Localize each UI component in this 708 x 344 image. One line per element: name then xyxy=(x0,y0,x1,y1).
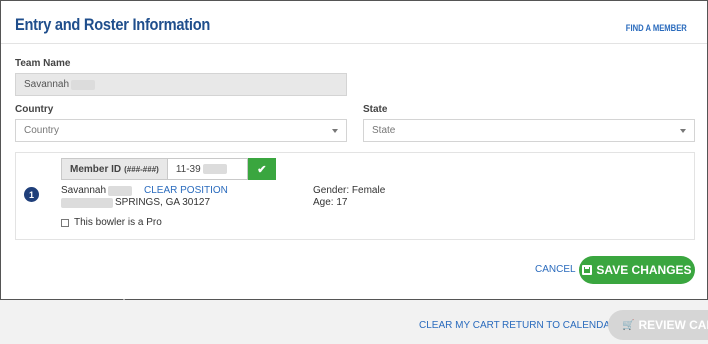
state-placeholder: State xyxy=(372,125,396,136)
roster-position-card: 1 Member ID (###-###) 11-39 ✔ Savannah C… xyxy=(15,152,695,240)
pro-bowler-checkbox[interactable] xyxy=(61,218,69,227)
member-city-state: SPRINGS, GA 30127 xyxy=(115,197,211,208)
review-cart-button[interactable]: 🛒 REVIEW CART xyxy=(608,310,708,340)
clear-cart-link[interactable]: CLEAR MY CART xyxy=(419,320,500,331)
panel-pointer xyxy=(118,294,130,300)
member-id-label-text: Member ID xyxy=(70,163,122,175)
country-placeholder: Country xyxy=(24,125,60,136)
review-cart-label: REVIEW CART xyxy=(638,318,708,332)
redacted-text xyxy=(61,197,113,208)
cancel-button[interactable]: CANCEL xyxy=(535,264,576,275)
return-to-calendar-link[interactable]: RETURN TO CALENDAR xyxy=(502,320,617,331)
redacted-text xyxy=(202,164,227,174)
page-title: Entry and Roster Information xyxy=(15,15,211,34)
member-id-value: 11-39 xyxy=(175,163,201,175)
checkmark-icon: ✔ xyxy=(257,163,267,176)
verify-member-button[interactable]: ✔ xyxy=(247,158,276,180)
state-label: State xyxy=(363,104,388,115)
chevron-down-icon xyxy=(680,129,686,133)
clear-position-link[interactable]: CLEAR POSITION xyxy=(144,185,228,196)
entry-roster-panel: Entry and Roster Information FIND A MEMB… xyxy=(0,0,708,300)
team-name-value: Savannah xyxy=(24,79,70,90)
redacted-text xyxy=(71,79,96,90)
redacted-text xyxy=(108,185,133,196)
save-changes-label: SAVE CHANGES xyxy=(596,263,692,277)
position-number-badge: 1 xyxy=(24,187,39,202)
team-name-field: Savannah xyxy=(15,73,347,96)
find-member-link[interactable]: FIND A MEMBER xyxy=(626,23,687,33)
country-label: Country xyxy=(15,104,54,115)
pro-bowler-option[interactable]: This bowler is a Pro xyxy=(61,217,162,228)
country-select[interactable]: Country xyxy=(15,119,347,142)
member-name-text: Savannah xyxy=(61,185,107,196)
chevron-down-icon xyxy=(332,129,338,133)
save-icon xyxy=(582,265,593,275)
member-address: SPRINGS, GA 30127 xyxy=(61,197,210,208)
member-id-input[interactable]: 11-39 xyxy=(167,158,248,180)
member-id-group: Member ID (###-###) 11-39 ✔ xyxy=(61,158,276,180)
pro-bowler-label: This bowler is a Pro xyxy=(74,217,162,228)
save-changes-button[interactable]: SAVE CHANGES xyxy=(579,256,695,284)
member-id-label: Member ID (###-###) xyxy=(61,158,168,180)
title-divider xyxy=(1,43,707,44)
state-select[interactable]: State xyxy=(363,119,695,142)
member-id-format: (###-###) xyxy=(124,164,159,174)
cart-icon: 🛒 xyxy=(622,319,635,331)
team-name-label: Team Name xyxy=(15,58,71,69)
member-gender: Gender: Female xyxy=(313,185,386,196)
member-name: Savannah xyxy=(61,185,133,196)
member-age: Age: 17 xyxy=(313,197,348,208)
